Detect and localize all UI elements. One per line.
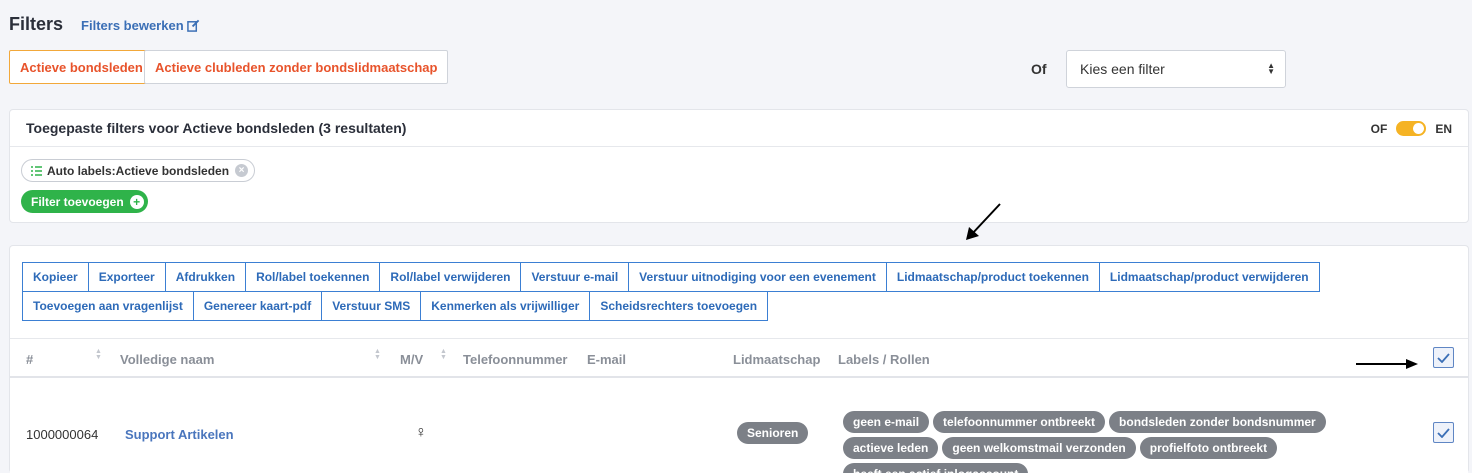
table-row: 1000000064 Support Artikelen ♀ Senioren …	[10, 394, 1468, 473]
label-badge: geen e-mail	[843, 411, 930, 433]
label-badge: telefoonnummer ontbreekt	[933, 411, 1106, 433]
remove-filter-icon[interactable]: ×	[235, 164, 249, 177]
edit-filters-label: Filters bewerken	[81, 18, 184, 33]
edit-filters-link[interactable]: Filters bewerken	[81, 18, 200, 33]
col-name[interactable]: Volledige naam	[120, 352, 214, 367]
labels-list: geen e-mail telefoonnummer ontbreekt bon…	[843, 411, 1403, 473]
action-send-sms[interactable]: Verstuur SMS	[321, 291, 422, 321]
membership-badge: Senioren	[737, 422, 809, 444]
member-name-link[interactable]: Support Artikelen	[125, 427, 234, 442]
select-caret-icon: ▲ ▼	[1267, 61, 1275, 76]
label-badge: bondsleden zonder bondsnummer	[1109, 411, 1326, 433]
col-phone: Telefoonnummer	[463, 352, 568, 367]
label-badge: actieve leden	[843, 437, 939, 459]
action-send-event-invite[interactable]: Verstuur uitnodiging voor een evenement	[628, 262, 887, 292]
logic-toggle: OF EN	[1371, 121, 1452, 136]
action-add-to-questionnaire[interactable]: Toevoegen aan vragenlijst	[22, 291, 194, 321]
check-icon	[1437, 352, 1450, 363]
applied-filters-title: Toegepaste filters voor Actieve bondsled…	[10, 110, 1468, 147]
annotation-arrow-icon	[966, 203, 1001, 240]
bulk-actions-toolbar: Kopieer Exporteer Afdrukken Rol/label to…	[22, 262, 1402, 321]
filter-chip: Auto labels:Actieve bondsleden ×	[21, 159, 256, 182]
switch-knob	[1413, 123, 1425, 134]
plus-icon: +	[129, 194, 144, 209]
label-badge: geen welkomstmail verzonden	[942, 437, 1136, 459]
action-print[interactable]: Afdrukken	[164, 262, 247, 292]
quick-filter-club-members-without-membership[interactable]: Actieve clubleden zonder bondslidmaatsch…	[144, 50, 449, 84]
action-assign-role[interactable]: Rol/label toekennen	[245, 262, 381, 292]
table-header: # ▲ ▼ Volledige naam ▲ ▼ M/V ▲ ▼ Telefoonnu…	[10, 338, 1468, 378]
sort-icon[interactable]: ▲ ▼	[374, 348, 381, 361]
action-export[interactable]: Exporteer	[87, 262, 166, 292]
filter-chip-label: Auto labels:Actieve bondsleden	[47, 163, 230, 178]
action-assign-membership[interactable]: Lidmaatschap/product toekennen	[885, 262, 1100, 292]
action-mark-volunteer[interactable]: Kenmerken als vrijwilliger	[420, 291, 591, 321]
label-badge: profielfoto ontbreekt	[1139, 437, 1278, 459]
col-email: E-mail	[587, 352, 627, 367]
applied-filters-panel: Toegepaste filters voor Actieve bondsled…	[9, 109, 1469, 223]
add-filter-button[interactable]: Filter toevoegen +	[21, 190, 148, 213]
action-add-referees[interactable]: Scheidsrechters toevoegen	[589, 291, 769, 321]
annotation-arrow-icon	[1356, 359, 1418, 369]
add-filter-label: Filter toevoegen	[31, 194, 124, 209]
toggle-on-label: EN	[1435, 121, 1452, 136]
sort-icon[interactable]: ▲ ▼	[95, 348, 102, 361]
action-copy[interactable]: Kopieer	[22, 262, 89, 292]
action-generate-card-pdf[interactable]: Genereer kaart-pdf	[192, 291, 323, 321]
filter-select-value: Kies een filter	[1080, 61, 1165, 77]
col-gender[interactable]: M/V	[400, 352, 423, 367]
action-send-email[interactable]: Verstuur e-mail	[520, 262, 630, 292]
check-icon	[1437, 427, 1450, 438]
row-number: 1000000064	[26, 427, 99, 442]
results-panel: Kopieer Exporteer Afdrukken Rol/label to…	[9, 245, 1469, 473]
col-membership: Lidmaatschap	[733, 352, 821, 367]
col-num[interactable]: #	[26, 352, 33, 367]
filter-select[interactable]: Kies een filter ▲ ▼	[1066, 50, 1286, 88]
logic-switch[interactable]	[1396, 121, 1427, 136]
col-labels: Labels / Rollen	[838, 352, 930, 367]
toggle-off-label: OF	[1370, 121, 1388, 136]
sort-icon[interactable]: ▲ ▼	[440, 348, 447, 361]
label-badge: heeft een actief inlogaccount	[843, 463, 1029, 473]
edit-icon	[186, 19, 199, 32]
female-icon: ♀	[415, 424, 427, 441]
quick-filter-active-members[interactable]: Actieve bondsleden	[9, 50, 154, 84]
or-label: Of	[1031, 61, 1047, 77]
list-icon	[31, 165, 42, 176]
page-header: Filters Filters bewerken	[9, 14, 200, 35]
action-remove-membership[interactable]: Lidmaatschap/product verwijderen	[1098, 262, 1320, 292]
page-title: Filters	[9, 14, 64, 34]
select-all-checkbox[interactable]	[1433, 347, 1454, 368]
action-remove-role[interactable]: Rol/label verwijderen	[379, 262, 522, 292]
row-checkbox[interactable]	[1433, 422, 1454, 443]
